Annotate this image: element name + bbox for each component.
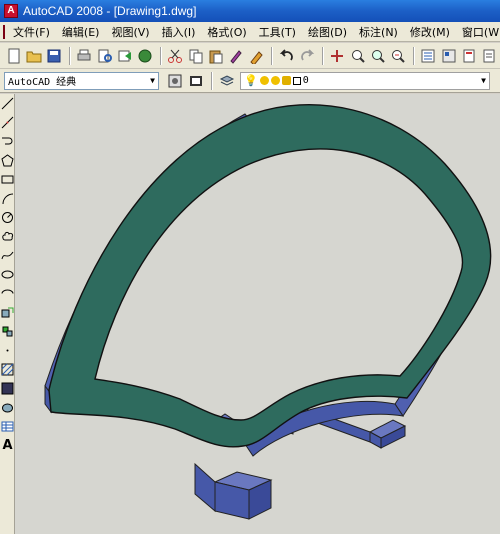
- chevron-down-icon[interactable]: ▼: [481, 76, 486, 85]
- menu-view[interactable]: 视图(V): [105, 24, 155, 40]
- solid-model-drawing: [44, 104, 492, 520]
- pan-realtime-icon[interactable]: [328, 46, 347, 66]
- zoom-previous-icon[interactable]: [389, 46, 408, 66]
- layer-manager-icon[interactable]: [217, 71, 237, 91]
- table-icon[interactable]: [0, 417, 15, 436]
- circle-icon[interactable]: [0, 208, 15, 227]
- multiline-text-label: A: [2, 438, 13, 453]
- menu-format[interactable]: 格式(O): [201, 24, 252, 40]
- sheet-set-icon[interactable]: [480, 46, 499, 66]
- menu-dimension[interactable]: 标注(N): [353, 24, 404, 40]
- menu-draw[interactable]: 绘图(D): [302, 24, 353, 40]
- zoom-window-icon[interactable]: [368, 46, 387, 66]
- tool-palettes-icon[interactable]: [459, 46, 478, 66]
- menu-file[interactable]: 文件(F): [7, 24, 56, 40]
- document-icon[interactable]: [3, 24, 5, 39]
- toolbar-divider: [271, 46, 274, 65]
- ellipse-icon[interactable]: [0, 265, 15, 284]
- menu-window[interactable]: 窗口(W): [456, 24, 500, 40]
- layer-viewport-icon[interactable]: [270, 76, 280, 85]
- hatch-icon[interactable]: [0, 360, 15, 379]
- layer-dropdown[interactable]: 💡 0 ▼: [240, 71, 490, 90]
- point-icon[interactable]: [0, 341, 15, 360]
- line-icon[interactable]: [0, 94, 15, 113]
- window-title: AutoCAD 2008 - [Drawing1.dwg]: [23, 4, 197, 18]
- polyline-icon[interactable]: [0, 132, 15, 151]
- rectangle-icon[interactable]: [0, 170, 15, 189]
- workspace-settings-icon[interactable]: [165, 71, 185, 91]
- arch-top-face: [48, 104, 492, 448]
- menu-insert[interactable]: 插入(I): [156, 24, 202, 40]
- block-editor-icon[interactable]: [247, 46, 266, 66]
- menu-bar: 文件(F) 编辑(E) 视图(V) 插入(I) 格式(O) 工具(T) 绘图(D…: [0, 22, 500, 42]
- layer-lock-icon[interactable]: [281, 76, 291, 85]
- save-icon[interactable]: [45, 46, 64, 66]
- multiline-text-icon[interactable]: A: [0, 436, 15, 455]
- layer-on-icon[interactable]: 💡: [244, 74, 258, 87]
- gradient-icon[interactable]: [0, 379, 15, 398]
- toolbar-divider: [159, 46, 162, 65]
- redo-icon[interactable]: [297, 46, 316, 66]
- toolbar-divider: [68, 46, 71, 65]
- properties-icon[interactable]: [419, 46, 438, 66]
- zoom-realtime-icon[interactable]: [348, 46, 367, 66]
- workspace-dropdown[interactable]: AutoCAD 经典 ▼: [4, 71, 159, 90]
- new-file-icon[interactable]: [4, 46, 23, 66]
- toolbar-divider: [412, 46, 415, 65]
- drawing-viewport[interactable]: [15, 94, 500, 534]
- menu-edit[interactable]: 编辑(E): [56, 24, 106, 40]
- design-center-icon[interactable]: [439, 46, 458, 66]
- open-file-icon[interactable]: [24, 46, 43, 66]
- my-workspace-icon[interactable]: [186, 71, 206, 91]
- layer-color-swatch[interactable]: [292, 76, 301, 85]
- layer-name: 0: [302, 75, 309, 86]
- print-preview-icon[interactable]: [95, 46, 114, 66]
- toolbar-divider: [211, 71, 213, 90]
- insert-block-icon[interactable]: [0, 303, 15, 322]
- polygon-icon[interactable]: [0, 151, 15, 170]
- print-icon[interactable]: [75, 46, 94, 66]
- revision-cloud-icon[interactable]: [0, 227, 15, 246]
- region-icon[interactable]: [0, 398, 15, 417]
- layers-toolbar: AutoCAD 经典 ▼ 💡 0 ▼: [0, 69, 500, 93]
- paste-icon[interactable]: [206, 46, 225, 66]
- make-block-icon[interactable]: [0, 322, 15, 341]
- dwf-publish-icon[interactable]: [136, 46, 155, 66]
- ellipse-arc-icon[interactable]: [0, 284, 15, 303]
- undo-icon[interactable]: [277, 46, 296, 66]
- spline-icon[interactable]: [0, 246, 15, 265]
- menu-modify[interactable]: 修改(M): [404, 24, 456, 40]
- autocad-logo-icon: A: [4, 4, 18, 18]
- title-bar: A AutoCAD 2008 - [Drawing1.dwg]: [0, 0, 500, 22]
- menu-tools[interactable]: 工具(T): [253, 24, 302, 40]
- layer-thaw-icon[interactable]: [259, 76, 269, 85]
- publish-icon[interactable]: [115, 46, 134, 66]
- cut-icon[interactable]: [166, 46, 185, 66]
- draw-toolbar: A: [0, 94, 15, 534]
- chevron-down-icon[interactable]: ▼: [150, 76, 155, 85]
- standard-toolbar: [0, 43, 500, 69]
- workspace-value: AutoCAD 经典: [8, 77, 77, 88]
- copy-icon[interactable]: [186, 46, 205, 66]
- construction-line-icon[interactable]: [0, 113, 15, 132]
- toolbar-divider: [321, 46, 324, 65]
- match-properties-icon[interactable]: [227, 46, 246, 66]
- arc-icon[interactable]: [0, 189, 15, 208]
